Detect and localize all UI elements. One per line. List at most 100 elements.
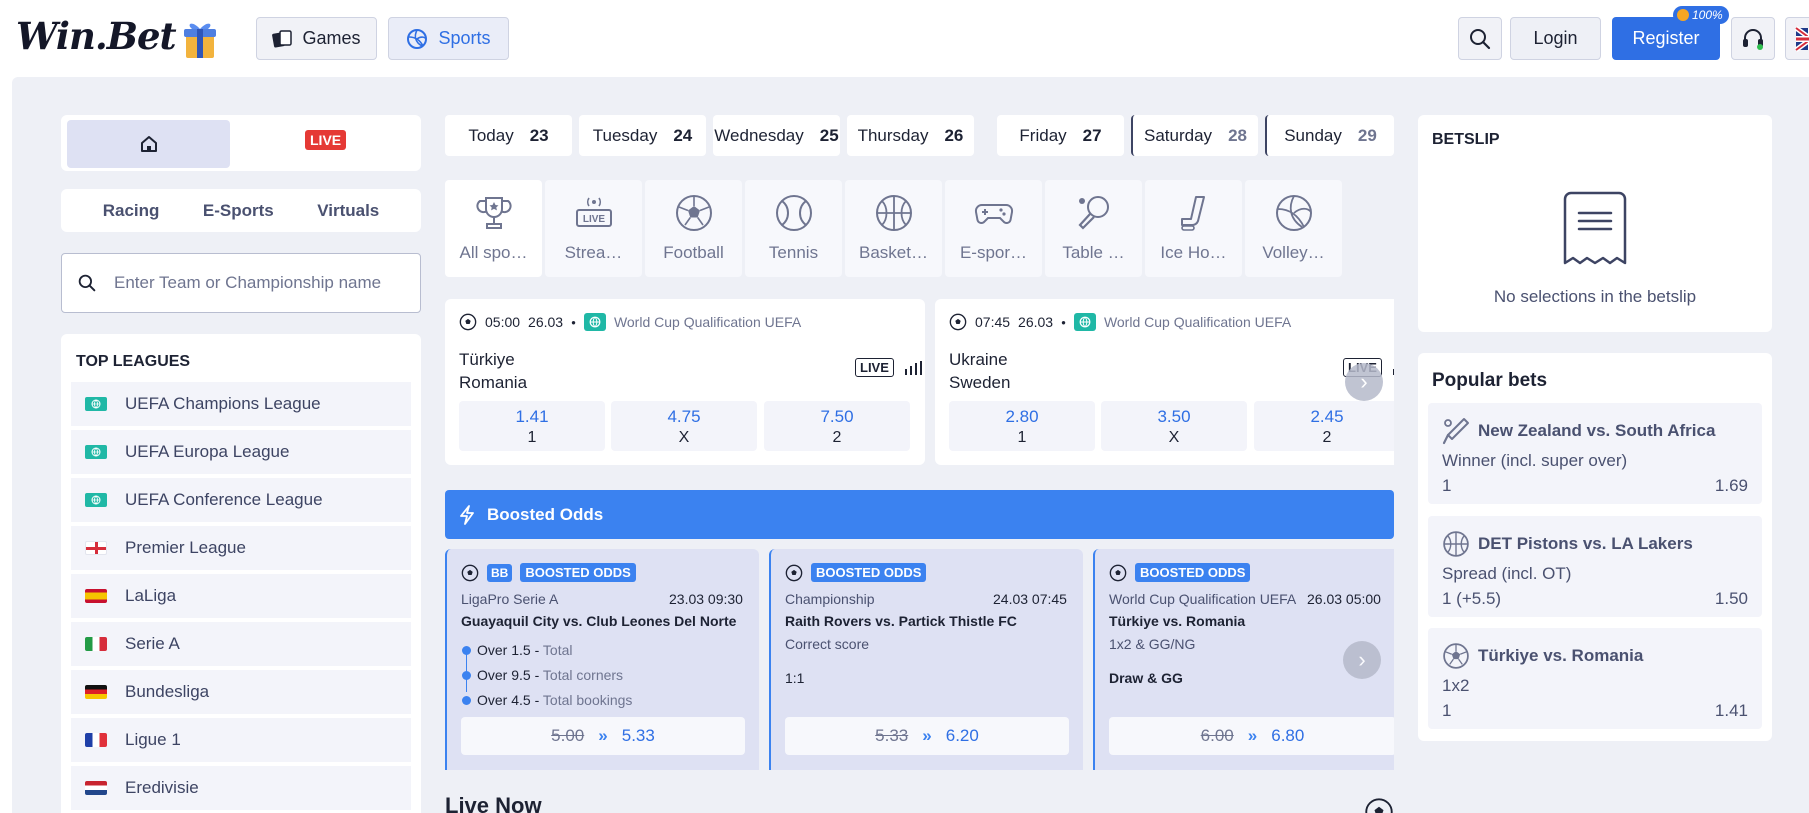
boosted-selection: 1:1: [785, 670, 805, 686]
football-icon: [949, 313, 967, 331]
league-item-serie-a[interactable]: Serie A: [71, 622, 411, 666]
match-time: 05:00: [485, 314, 521, 330]
league-item-conference-league[interactable]: UEFA Conference League: [71, 478, 411, 522]
tab-racing[interactable]: Racing: [103, 201, 160, 221]
match-date: 26.03: [528, 314, 564, 330]
team-search-input[interactable]: Enter Team or Championship name: [61, 253, 421, 313]
sport-tile-streams[interactable]: LIVE Strea…: [545, 180, 642, 277]
day-name: Today: [468, 125, 514, 145]
day-number: 25: [819, 125, 839, 145]
day-tab-thursday[interactable]: Thursday 26: [847, 115, 974, 156]
sports-nav-button[interactable]: Sports: [388, 17, 509, 60]
league-item-bundesliga[interactable]: Bundesliga: [71, 670, 411, 714]
betslip-empty-text: No selections in the betslip: [1493, 287, 1697, 306]
football-icon: [1443, 643, 1469, 669]
globe-icon: [85, 397, 107, 411]
popular-event: DET Pistons vs. LA Lakers: [1478, 534, 1693, 553]
support-button[interactable]: [1731, 17, 1775, 60]
sport-label: Ice Ho…: [1160, 243, 1227, 262]
chevron-right-icon: ›: [1358, 647, 1366, 672]
sport-tile-ice-hockey[interactable]: Ice Ho…: [1145, 180, 1242, 277]
boosted-odds-header: Boosted Odds: [445, 490, 1394, 539]
day-tab-today[interactable]: Today 23: [445, 115, 572, 156]
leg-market: Total: [542, 642, 573, 658]
globe-icon: [85, 493, 107, 507]
boosted-odds-button[interactable]: 5.33 » 6.20: [785, 717, 1069, 755]
tab-esports[interactable]: E-Sports: [203, 201, 274, 221]
sport-tile-all-sports[interactable]: All spo…: [445, 180, 542, 277]
hockey-icon: [1180, 196, 1205, 231]
brand-logo[interactable]: Win.Bet: [16, 14, 177, 58]
day-tab-wednesday[interactable]: Wednesday 25: [713, 115, 840, 156]
football-icon: [675, 195, 712, 231]
league-label: Eredivisie: [125, 778, 199, 797]
search-icon: [1470, 28, 1491, 49]
boosted-tag: BOOSTED ODDS: [520, 563, 636, 582]
odds-button-draw[interactable]: 4.75 X: [611, 401, 757, 451]
live-badge: LIVE: [855, 358, 894, 377]
day-tab-sunday[interactable]: Sunday 29: [1265, 115, 1394, 156]
globe-icon: [85, 445, 107, 459]
boosted-odds-button[interactable]: 5.00 » 5.33: [461, 717, 745, 755]
tab-virtuals[interactable]: Virtuals: [317, 201, 379, 221]
popular-bet-item[interactable]: Türkiye vs. Romania 1x2 1 1.41: [1428, 628, 1762, 729]
league-item-premier-league[interactable]: Premier League: [71, 526, 411, 570]
match-card[interactable]: 07:45 26.03 ● World Cup Qualification UE…: [935, 299, 1394, 465]
popular-bet-item[interactable]: New Zealand vs. South Africa Winner (inc…: [1428, 403, 1762, 504]
gift-icon[interactable]: [180, 18, 220, 60]
football-icon: [461, 564, 479, 581]
league-label: LaLiga: [125, 586, 177, 605]
odds-button-away[interactable]: 2.45 2: [1254, 401, 1394, 451]
popular-market: Winner (incl. super over): [1442, 451, 1628, 470]
popular-bet-item[interactable]: DET Pistons vs. LA Lakers Spread (incl. …: [1428, 516, 1762, 617]
odds-value: 4.75: [667, 407, 701, 426]
sport-label: E-spor…: [959, 243, 1028, 262]
sport-tile-tennis[interactable]: Tennis: [745, 180, 842, 277]
boosted-date: 26.03 05:00: [1307, 591, 1381, 607]
login-button[interactable]: Login: [1510, 17, 1601, 60]
search-button[interactable]: [1458, 17, 1502, 60]
odds-button-draw[interactable]: 3.50 X: [1101, 401, 1247, 451]
odds-button-home[interactable]: 2.80 1: [949, 401, 1095, 451]
sport-label: Basket…: [859, 243, 928, 262]
sport-tile-esports[interactable]: E-spor…: [945, 180, 1042, 277]
league-item-champions-league[interactable]: UEFA Champions League: [71, 382, 411, 426]
new-odds: 5.33: [621, 726, 655, 745]
main-content: LIVE Racing E-Sports Virtuals Enter Team…: [12, 77, 1809, 813]
boosted-card[interactable]: BB BOOSTED ODDS LigaPro Serie A 23.03 09…: [445, 549, 759, 770]
odds-button-away[interactable]: 7.50 2: [764, 401, 910, 451]
signal-bars-icon: [1392, 368, 1394, 375]
bet-builder-tag: BB: [487, 563, 513, 582]
sport-tile-basketball[interactable]: Basket…: [845, 180, 942, 277]
svg-text:LIVE: LIVE: [582, 214, 605, 225]
day-name: Friday: [1019, 125, 1067, 145]
sport-tile-football[interactable]: Football: [645, 180, 742, 277]
home-tab[interactable]: [67, 120, 230, 168]
league-label: Ligue 1: [125, 730, 181, 749]
language-button[interactable]: [1785, 17, 1809, 60]
matches-next-arrow[interactable]: ›: [1345, 363, 1383, 401]
sport-tile-volleyball[interactable]: Volley…: [1245, 180, 1342, 277]
league-item-ligue-1[interactable]: Ligue 1: [71, 718, 411, 762]
coin-icon: [1677, 9, 1689, 21]
new-odds: 6.80: [1271, 726, 1305, 745]
match-time: 07:45: [975, 314, 1011, 330]
league-item-europa-league[interactable]: UEFA Europa League: [71, 430, 411, 474]
match-card[interactable]: 05:00 26.03 ● World Cup Qualification UE…: [445, 299, 925, 465]
boosted-odds-button[interactable]: 6.00 » 6.80: [1109, 717, 1394, 755]
boosted-match: Türkiye vs. Romania: [1109, 613, 1246, 629]
day-tab-friday[interactable]: Friday 27: [997, 115, 1124, 156]
boosted-card[interactable]: BOOSTED ODDS Championship 24.03 07:45 Ra…: [769, 549, 1083, 770]
games-nav-button[interactable]: Games: [256, 17, 377, 60]
league-item-eredivisie[interactable]: Eredivisie: [71, 766, 411, 810]
boosted-next-arrow[interactable]: ›: [1343, 641, 1381, 679]
league-item-laliga[interactable]: LaLiga: [71, 574, 411, 618]
receipt-icon: [1563, 191, 1627, 265]
day-tab-tuesday[interactable]: Tuesday 24: [579, 115, 706, 156]
day-name: Tuesday: [592, 125, 658, 145]
odds-button-home[interactable]: 1.41 1: [459, 401, 605, 451]
live-tab[interactable]: LIVE: [305, 130, 347, 150]
sport-label: Strea…: [564, 243, 623, 262]
sport-tile-table-tennis[interactable]: Table …: [1045, 180, 1142, 277]
day-tab-saturday[interactable]: Saturday 28: [1131, 115, 1258, 156]
